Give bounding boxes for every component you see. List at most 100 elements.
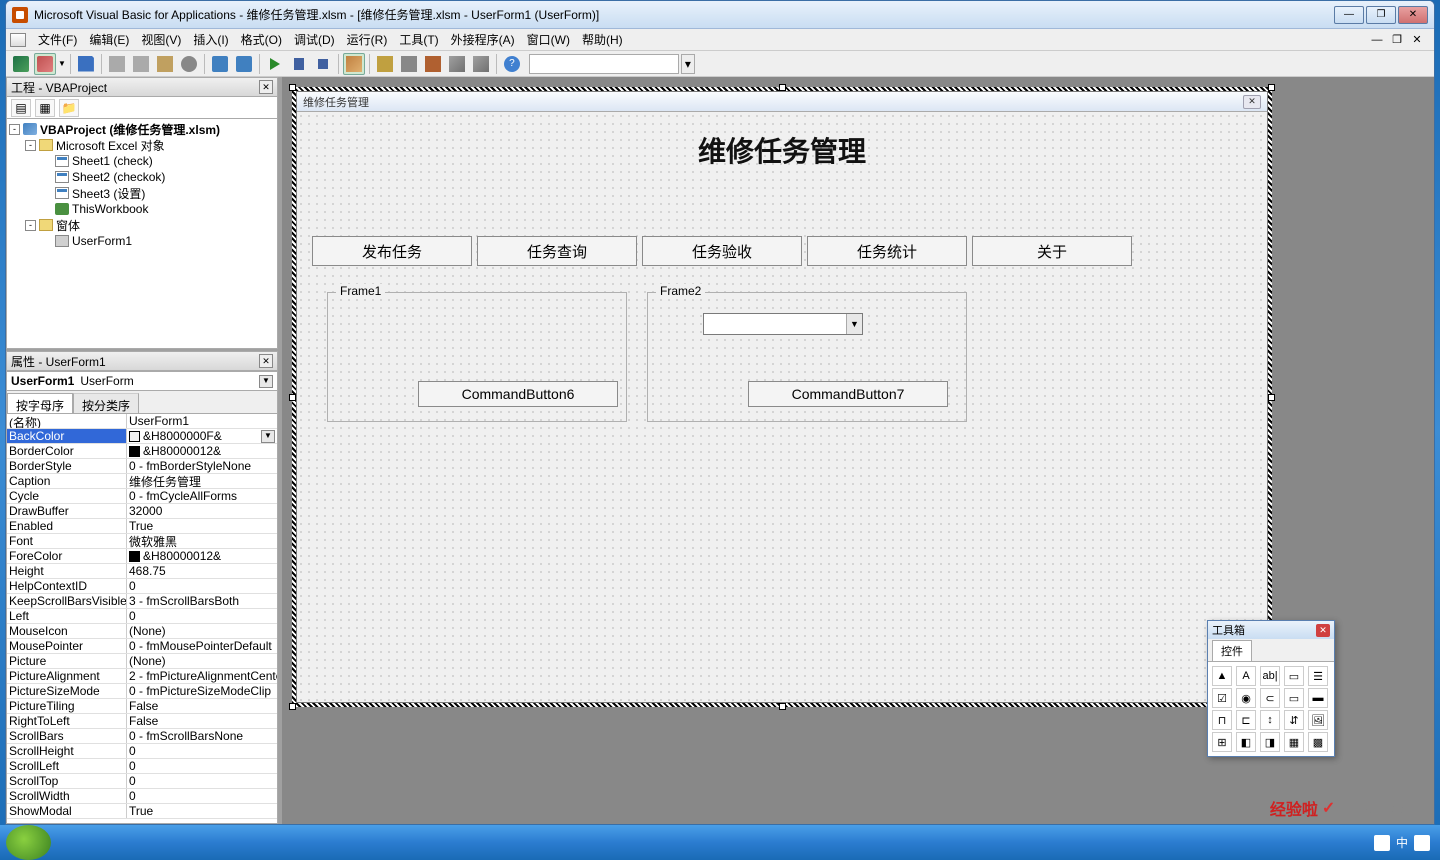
expand-icon[interactable]: - [9,124,20,135]
toolbox-close-button[interactable]: ✕ [1316,624,1330,637]
tool-textbox[interactable]: ab| [1260,666,1280,686]
help-button[interactable]: ? [501,53,523,75]
properties-window-button[interactable] [398,53,420,75]
property-row[interactable]: Font微软雅黑 [7,534,277,549]
command-button-6[interactable]: CommandButton6 [418,381,618,407]
menu-item[interactable]: 编辑(E) [83,29,135,50]
property-row[interactable]: ScrollLeft0 [7,759,277,774]
property-row[interactable]: KeepScrollBarsVisible3 - fmScrollBarsBot… [7,594,277,609]
property-row[interactable]: PictureSizeMode0 - fmPictureSizeModeClip [7,684,277,699]
expand-icon[interactable]: - [25,140,36,151]
tool-multipage[interactable]: ⊏ [1236,710,1256,730]
frame1[interactable]: Frame1 CommandButton6 [327,292,627,422]
tab-categorized[interactable]: 按分类序 [73,393,139,413]
mdi-close-button[interactable]: ✕ [1410,33,1424,47]
properties-grid[interactable]: (名称)UserForm1BackColor&H8000000F&▼Border… [6,413,278,824]
ime-indicator[interactable]: 中 [1396,834,1408,851]
property-row[interactable]: BackColor&H8000000F&▼ [7,429,277,444]
tab-alphabetic[interactable]: 按字母序 [7,393,73,413]
tool-frame[interactable]: ▭ [1284,688,1304,708]
property-row[interactable]: BorderColor&H80000012& [7,444,277,459]
object-selector[interactable]: UserForm1 UserForm ▼ [6,371,278,391]
property-row[interactable]: ScrollBars0 - fmScrollBarsNone [7,729,277,744]
view-object-button[interactable]: ▦ [35,99,55,117]
design-mode-button[interactable] [343,53,365,75]
tool-extra4[interactable]: ▩ [1308,732,1328,752]
mdi-restore-button[interactable]: ❐ [1390,33,1404,47]
userform[interactable]: 维修任务管理 ✕ 维修任务管理 发布任务任务查询任务验收任务统计关于 Frame… [296,91,1268,703]
menu-item[interactable]: 格式(O) [235,29,288,50]
reset-button[interactable] [312,53,334,75]
tools-button[interactable] [470,53,492,75]
tree-project-root[interactable]: - VBAProject (维修任务管理.xlsm) [9,121,275,137]
tray-icon[interactable] [1414,835,1430,851]
property-row[interactable]: ScrollHeight0 [7,744,277,759]
userform-close-button[interactable]: ✕ [1243,95,1261,109]
form-button[interactable]: 关于 [972,236,1132,266]
property-row[interactable]: ScrollTop0 [7,774,277,789]
toolbox-controls-tab[interactable]: 控件 [1212,640,1252,661]
project-explorer-button[interactable] [374,53,396,75]
redo-button[interactable] [233,53,255,75]
menu-item[interactable]: 调试(D) [288,29,341,50]
tree-sheet[interactable]: Sheet1 (check) [9,153,275,169]
tool-extra3[interactable]: ▦ [1284,732,1304,752]
break-button[interactable] [288,53,310,75]
menu-item[interactable]: 帮助(H) [576,29,629,50]
property-row[interactable]: Picture(None) [7,654,277,669]
property-row[interactable]: Cycle0 - fmCycleAllForms [7,489,277,504]
property-row[interactable]: RightToLeftFalse [7,714,277,729]
property-row[interactable]: PictureAlignment2 - fmPictureAlignmentCe… [7,669,277,684]
toolbox-button[interactable] [446,53,468,75]
combobox-input[interactable] [704,314,846,334]
undo-button[interactable] [209,53,231,75]
property-row[interactable]: Caption维修任务管理 [7,474,277,489]
frame2[interactable]: Frame2 ▼ CommandButton7 [647,292,967,422]
tool-label[interactable]: A [1236,666,1256,686]
minimize-button[interactable]: — [1334,6,1364,24]
menu-item[interactable]: 视图(V) [135,29,187,50]
property-row[interactable]: MousePointer0 - fmMousePointerDefault [7,639,277,654]
menu-item[interactable]: 插入(I) [187,29,234,50]
tool-checkbox[interactable]: ☑ [1212,688,1232,708]
tree-excel-folder[interactable]: - Microsoft Excel 对象 [9,137,275,153]
tree-userform[interactable]: UserForm1 [9,233,275,249]
menu-item[interactable]: 工具(T) [393,29,444,50]
insert-userform-button[interactable] [34,53,56,75]
tree-sheet[interactable]: Sheet2 (checkok) [9,169,275,185]
tray-icon[interactable] [1374,835,1390,851]
properties-pane-close-button[interactable]: ✕ [259,354,273,368]
start-button[interactable] [6,825,51,860]
dropdown-button[interactable]: ▼ [259,375,273,388]
tool-refedit[interactable]: ⊞ [1212,732,1232,752]
form-button[interactable]: 任务验收 [642,236,802,266]
object-browser-button[interactable] [422,53,444,75]
menu-item[interactable]: 窗口(W) [521,29,576,50]
form-button[interactable]: 发布任务 [312,236,472,266]
resize-handle-bm[interactable] [779,703,786,710]
toolbox-window[interactable]: 工具箱 ✕ 控件 ▲ A ab| ▭ ☰ ☑ ◉ ⊂ ▭ ▬ ⊓ ⊏ ↕ ⇵ 🖼… [1207,620,1335,757]
system-menu-icon[interactable] [10,33,26,47]
resize-handle-ml[interactable] [289,394,296,401]
tool-scrollbar[interactable]: ↕ [1260,710,1280,730]
tool-togglebutton[interactable]: ⊂ [1260,688,1280,708]
project-tree[interactable]: - VBAProject (维修任务管理.xlsm) - Microsoft E… [6,119,278,349]
toggle-folders-button[interactable]: 📁 [59,99,79,117]
menu-item[interactable]: 文件(F) [32,29,83,50]
userform-body[interactable]: 维修任务管理 发布任务任务查询任务验收任务统计关于 Frame1 Command… [297,112,1267,702]
tree-workbook[interactable]: ThisWorkbook [9,201,275,217]
project-pane-close-button[interactable]: ✕ [259,80,273,94]
tree-forms-folder[interactable]: - 窗体 [9,217,275,233]
dropdown-button[interactable]: ▼ [261,430,275,443]
mdi-minimize-button[interactable]: — [1370,33,1384,47]
property-row[interactable]: HelpContextID0 [7,579,277,594]
property-row[interactable]: Height468.75 [7,564,277,579]
property-row[interactable]: (名称)UserForm1 [7,414,277,429]
resize-handle-mr[interactable] [1268,394,1275,401]
property-row[interactable]: DrawBuffer32000 [7,504,277,519]
expand-icon[interactable]: - [25,220,36,231]
property-row[interactable]: ForeColor&H80000012& [7,549,277,564]
command-button-7[interactable]: CommandButton7 [748,381,948,407]
tool-pointer[interactable]: ▲ [1212,666,1232,686]
view-excel-button[interactable] [10,53,32,75]
